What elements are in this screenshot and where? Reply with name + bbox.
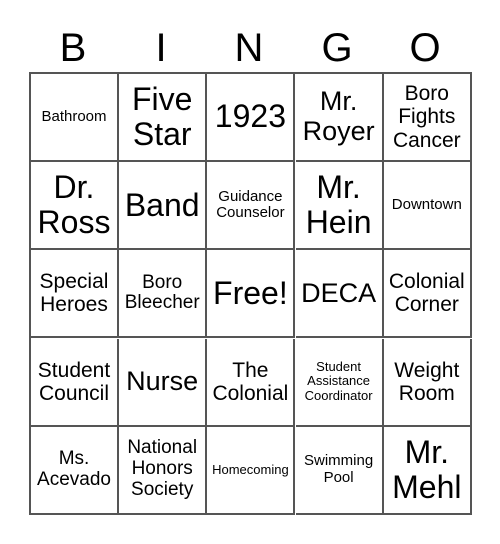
bingo-cell[interactable]: Guidance Counselor <box>207 162 296 251</box>
bingo-cell[interactable]: Swimming Pool <box>295 426 384 515</box>
bingo-cell[interactable]: Five Star <box>119 74 208 162</box>
cell-label: Ms. Acevado <box>37 447 111 490</box>
cell-label: Homecoming <box>212 461 289 477</box>
cell-label: 1923 <box>214 98 286 135</box>
bingo-cell[interactable]: Nurse <box>119 338 208 427</box>
cell-label: Colonial Corner <box>388 270 465 317</box>
cell-label: Nurse <box>126 365 199 396</box>
cell-label: Swimming Pool <box>304 452 374 486</box>
cell-label: National Honors Society <box>127 437 198 501</box>
bingo-cell[interactable]: Special Heroes <box>31 250 119 339</box>
bingo-cell[interactable]: Band <box>119 162 208 251</box>
cell-label: Mr. Mehl <box>392 433 462 505</box>
cell-label: Boro Fights Cancer <box>392 82 461 152</box>
cell-label: Band <box>124 186 200 223</box>
cell-label: DECA <box>301 277 377 308</box>
bingo-cell[interactable]: Mr. Hein <box>295 162 384 251</box>
bingo-card-grid: Bathroom Five Star 1923 Mr. Royer Boro Fight… <box>29 72 472 515</box>
cell-label: Weight Room <box>394 358 460 405</box>
cell-label: Mr. Royer <box>302 86 375 146</box>
cell-label: Guidance Counselor <box>216 187 285 222</box>
cell-label: Student Council <box>37 358 111 405</box>
bingo-cell[interactable]: DECA <box>295 250 384 339</box>
bingo-cell-free-space[interactable]: Free! <box>207 250 296 339</box>
header-letter-i: I <box>155 26 167 70</box>
cell-label: Mr. Hein <box>305 169 372 241</box>
bingo-cell[interactable]: National Honors Society <box>119 426 208 515</box>
bingo-header: B I N G O <box>29 22 471 74</box>
bingo-cell[interactable]: Mr. Mehl <box>383 426 472 515</box>
bingo-cell[interactable]: Weight Room <box>383 338 472 427</box>
header-letter-o: O <box>409 26 441 70</box>
cell-label: Downtown <box>391 195 462 213</box>
cell-label: Student Assistance Coordinator <box>304 359 373 403</box>
cell-label: Five Star <box>131 80 193 152</box>
cell-label: Boro Bleecher <box>124 271 200 314</box>
bingo-cell[interactable]: Mr. Royer <box>295 74 384 162</box>
bingo-cell[interactable]: Boro Bleecher <box>119 250 208 339</box>
bingo-cell[interactable]: Ms. Acevado <box>31 426 119 515</box>
bingo-cell[interactable]: Boro Fights Cancer <box>383 74 472 162</box>
bingo-cell[interactable]: 1923 <box>207 74 296 162</box>
cell-label: Free! <box>213 274 288 311</box>
header-letter-b: B <box>59 26 87 70</box>
bingo-cell[interactable]: The Colonial <box>207 338 296 427</box>
header-letter-n: N <box>234 26 264 70</box>
bingo-cell[interactable]: Colonial Corner <box>383 250 472 339</box>
cell-label: Dr. Ross <box>37 169 111 241</box>
bingo-cell[interactable]: Downtown <box>383 162 472 251</box>
cell-label: Special Heroes <box>39 270 109 317</box>
bingo-cell[interactable]: Student Council <box>31 338 119 427</box>
header-letter-g: G <box>321 26 353 70</box>
cell-label: The Colonial <box>212 358 289 405</box>
bingo-cell[interactable]: Student Assistance Coordinator <box>295 338 384 427</box>
cell-label: Bathroom <box>41 107 107 125</box>
bingo-cell[interactable]: Dr. Ross <box>31 162 119 251</box>
bingo-cell[interactable]: Bathroom <box>31 74 119 162</box>
bingo-cell[interactable]: Homecoming <box>207 426 296 515</box>
